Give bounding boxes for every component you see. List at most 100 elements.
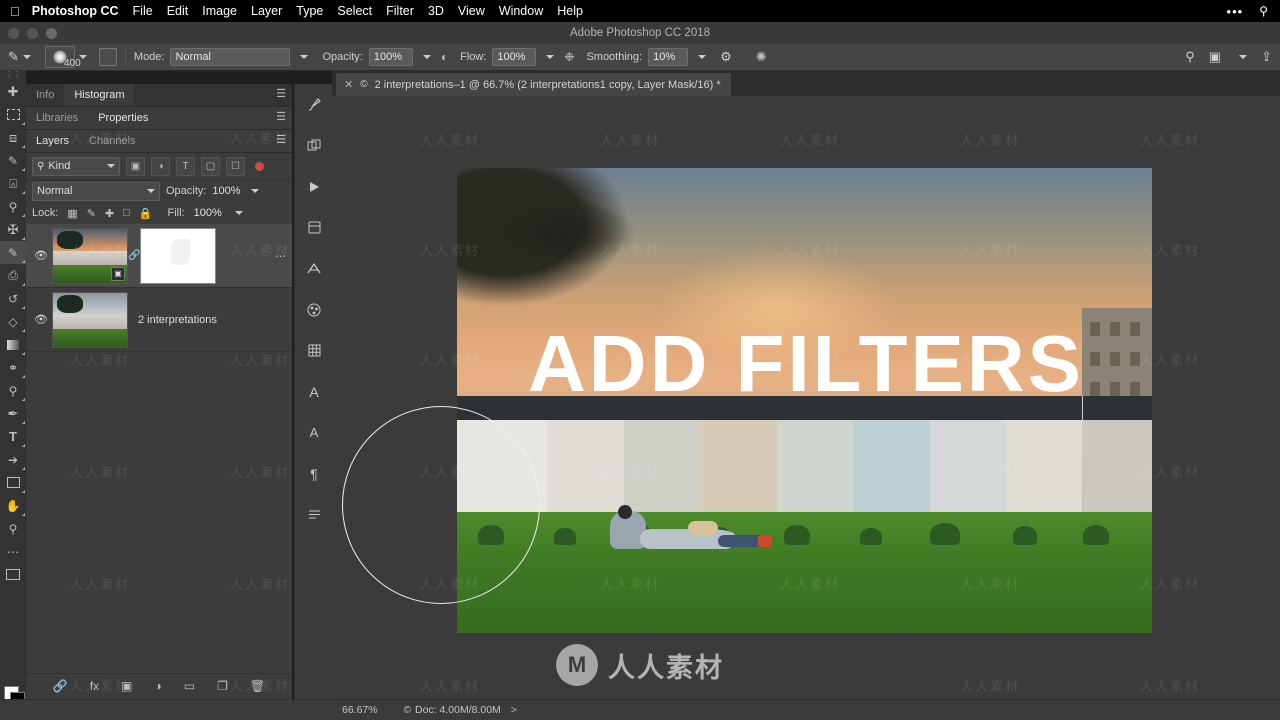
clone-source-icon[interactable] bbox=[295, 125, 333, 166]
character-styles-icon[interactable]: A bbox=[295, 412, 333, 453]
menu-item-edit[interactable]: Edit bbox=[167, 4, 189, 18]
tab-histogram[interactable]: Histogram bbox=[64, 84, 135, 106]
canvas-area[interactable]: ADD FILTERS bbox=[332, 96, 1280, 700]
layer-visibility-toggle[interactable]: 👁 bbox=[30, 313, 52, 326]
menubar-more-icon[interactable]: ••• bbox=[1227, 4, 1244, 19]
layer-opacity-chevron-down-icon[interactable] bbox=[250, 189, 259, 193]
workspace-icon[interactable]: ▣ bbox=[1209, 49, 1221, 65]
table-row[interactable]: 👁 ▣ 🔗 ⋯ bbox=[26, 224, 292, 288]
brush-settings-icon[interactable] bbox=[295, 84, 333, 125]
new-group-icon[interactable]: ▭ bbox=[184, 679, 195, 693]
gear-icon[interactable]: ⚙ bbox=[720, 49, 732, 65]
tab-layers[interactable]: Layers bbox=[26, 130, 80, 152]
color-wheel-icon[interactable] bbox=[295, 289, 333, 330]
character-icon[interactable]: A bbox=[295, 371, 333, 412]
link-icon[interactable]: 🔗 bbox=[128, 250, 140, 261]
layer-blend-mode-select[interactable]: Normal bbox=[32, 181, 160, 201]
tool-marquee[interactable] bbox=[0, 103, 26, 126]
device-preview-icon[interactable] bbox=[295, 207, 333, 248]
tool-screen-mode[interactable] bbox=[0, 563, 26, 586]
blend-mode-chevron-down-icon[interactable] bbox=[300, 55, 309, 59]
tool-healing-brush[interactable]: ✠ bbox=[0, 218, 26, 241]
menu-item-file[interactable]: File bbox=[133, 4, 153, 18]
layer-mask-thumbnail[interactable] bbox=[140, 227, 216, 284]
zoom-level[interactable]: 66.67% bbox=[342, 704, 378, 716]
layer-style-icon[interactable]: fx bbox=[90, 679, 99, 693]
lock-transparent-icon[interactable]: ▦ bbox=[67, 207, 77, 220]
tool-pen[interactable]: ✒ bbox=[0, 402, 26, 425]
symmetry-icon[interactable]: ✺ bbox=[756, 49, 767, 65]
lock-image-icon[interactable]: ✎ bbox=[87, 207, 96, 220]
minimize-window-button[interactable] bbox=[27, 27, 38, 39]
properties-panel-menu-icon[interactable]: ☰ bbox=[276, 112, 286, 123]
smoothing-input[interactable]: 10% bbox=[648, 48, 689, 66]
tools-panel-grip[interactable]: ⋮⋮ bbox=[0, 70, 26, 80]
document-tab[interactable]: ✕ © 2 interpretations–1 @ 66.7% (2 inter… bbox=[336, 73, 731, 96]
brush-tool-chevron-down-icon[interactable] bbox=[22, 55, 31, 59]
opacity-input[interactable]: 100% bbox=[368, 48, 413, 66]
layer-thumbnail[interactable] bbox=[52, 291, 128, 348]
tool-quick-selection[interactable]: ✎ bbox=[0, 149, 26, 172]
tool-move[interactable]: ✚ bbox=[0, 80, 26, 103]
search-icon[interactable]: ⚲ bbox=[1185, 49, 1195, 65]
tool-gradient[interactable] bbox=[0, 333, 26, 356]
adjustment-filter-icon[interactable]: ◑ bbox=[151, 156, 170, 176]
tool-clone-stamp[interactable]: ⎙ bbox=[0, 264, 26, 287]
menu-item-3d[interactable]: 3D bbox=[428, 4, 444, 18]
tool-crop[interactable]: ⍓ bbox=[0, 172, 26, 195]
menu-item-type[interactable]: Type bbox=[296, 4, 323, 18]
tool-type[interactable]: T bbox=[0, 425, 26, 448]
tab-properties[interactable]: Properties bbox=[88, 107, 159, 129]
tab-channels[interactable]: Channels bbox=[79, 130, 145, 152]
menu-item-layer[interactable]: Layer bbox=[251, 4, 282, 18]
timeline-play-icon[interactable] bbox=[295, 166, 333, 207]
apple-icon[interactable]:  bbox=[10, 5, 20, 18]
tab-info[interactable]: Info bbox=[26, 84, 64, 106]
spotlight-search-icon[interactable]: ⚲ bbox=[1259, 4, 1268, 18]
layers-panel-menu-icon[interactable]: ☰ bbox=[276, 135, 286, 146]
tool-lasso[interactable]: ⧈ bbox=[0, 126, 26, 149]
tool-eyedropper[interactable]: ⚲ bbox=[0, 195, 26, 218]
adjustment-layer-icon[interactable]: ◑ bbox=[155, 679, 162, 693]
menu-item-view[interactable]: View bbox=[458, 4, 485, 18]
layer-mask-icon[interactable]: ▣ bbox=[121, 679, 132, 693]
app-name-label[interactable]: Photoshop CC bbox=[32, 4, 119, 18]
swatches-grid-icon[interactable] bbox=[295, 330, 333, 371]
blend-mode-select[interactable]: Normal bbox=[170, 48, 291, 66]
tool-blur[interactable]: ⚭ bbox=[0, 356, 26, 379]
status-arrow-icon[interactable]: > bbox=[511, 704, 517, 716]
layer-visibility-toggle[interactable]: 👁 bbox=[30, 249, 52, 262]
pixel-filter-icon[interactable]: ▣ bbox=[126, 156, 145, 176]
fill-chevron-down-icon[interactable] bbox=[234, 211, 243, 215]
paragraph-icon[interactable]: ¶ bbox=[295, 453, 333, 494]
layer-thumbnail[interactable]: ▣ bbox=[52, 227, 128, 284]
panel-menu-icon[interactable]: ☰ bbox=[276, 89, 286, 100]
lock-artboard-icon[interactable]: □ bbox=[123, 207, 130, 219]
filter-toggle-switch[interactable] bbox=[255, 161, 264, 171]
tool-rectangle[interactable] bbox=[0, 471, 26, 494]
menu-item-filter[interactable]: Filter bbox=[386, 4, 414, 18]
fill-value[interactable]: 100% bbox=[194, 207, 222, 219]
tool-history-brush[interactable]: ↺ bbox=[0, 287, 26, 310]
layer-opacity-value[interactable]: 100% bbox=[212, 185, 240, 197]
brush-angle-icon[interactable] bbox=[98, 48, 117, 66]
menu-item-window[interactable]: Window bbox=[499, 4, 543, 18]
opacity-pressure-icon[interactable]: ◐ bbox=[441, 50, 448, 64]
tool-path-selection[interactable]: ➔ bbox=[0, 448, 26, 471]
tool-zoom[interactable]: ⚲ bbox=[0, 517, 26, 540]
lock-position-icon[interactable]: ✚ bbox=[105, 207, 114, 220]
menu-item-image[interactable]: Image bbox=[202, 4, 237, 18]
tool-dodge[interactable]: ⚲ bbox=[0, 379, 26, 402]
lock-all-icon[interactable]: 🔒 bbox=[139, 207, 153, 220]
link-layers-icon[interactable]: 🔗 bbox=[53, 679, 68, 693]
share-icon[interactable]: ⇪ bbox=[1261, 49, 1272, 65]
tool-brush[interactable]: ✎ bbox=[0, 241, 26, 264]
smoothing-chevron-down-icon[interactable] bbox=[698, 55, 707, 59]
shape-filter-icon[interactable]: ▢ bbox=[201, 156, 220, 176]
workspace-chevron-down-icon[interactable] bbox=[1239, 55, 1248, 59]
new-layer-icon[interactable]: ❐ bbox=[217, 679, 228, 693]
airbrush-icon[interactable]: ❉ bbox=[564, 50, 574, 64]
maximize-window-button[interactable] bbox=[46, 27, 57, 39]
menu-item-select[interactable]: Select bbox=[337, 4, 372, 18]
flow-chevron-down-icon[interactable] bbox=[546, 55, 555, 59]
